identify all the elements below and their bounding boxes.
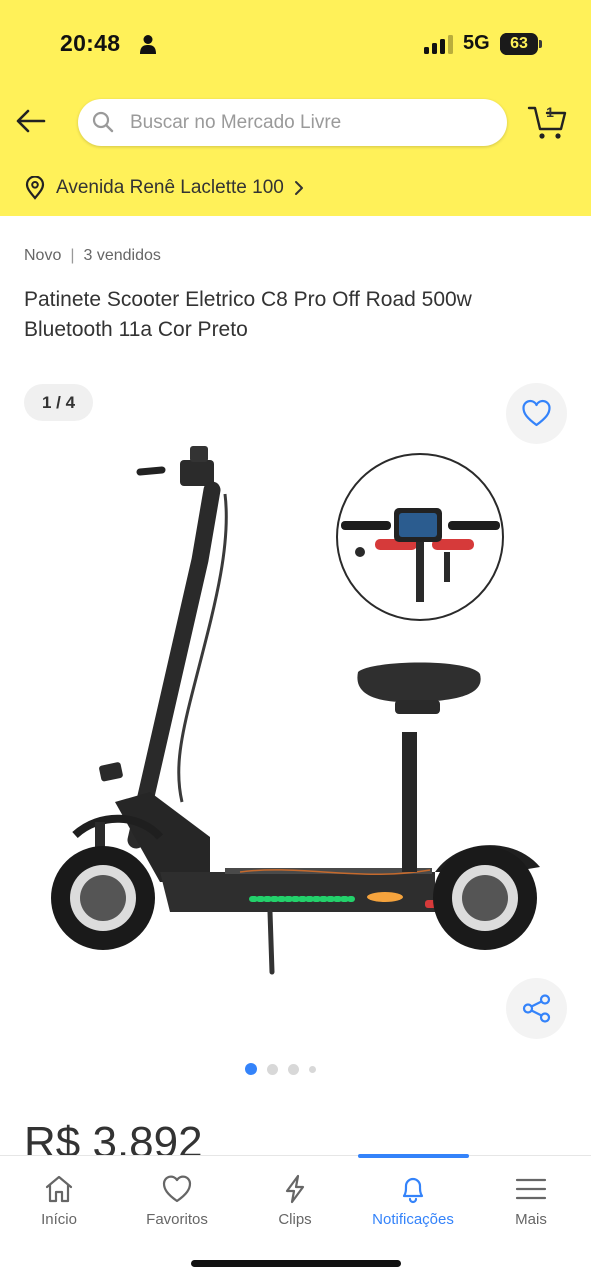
tab-notificacoes[interactable]: Notificações: [354, 1156, 472, 1246]
search-icon: [92, 111, 114, 133]
favorite-button[interactable]: [506, 383, 567, 444]
tab-inicio[interactable]: Início: [0, 1156, 118, 1246]
battery-indicator: 63: [500, 33, 538, 55]
network-label: 5G: [463, 32, 490, 54]
signal-icon: [424, 35, 453, 54]
tab-label: Mais: [515, 1211, 547, 1228]
location-pin-icon: [25, 176, 45, 200]
heart-icon: [162, 1175, 192, 1203]
status-bar: 20:48 5G 63: [0, 0, 591, 88]
product-gallery[interactable]: 1 / 4: [0, 370, 591, 1060]
cart-count-badge: 1: [546, 104, 554, 120]
tab-label: Clips: [278, 1211, 312, 1228]
condition-label: Novo: [24, 247, 62, 264]
delivery-address[interactable]: Avenida Renê Laclette 100: [24, 175, 305, 201]
person-icon: [140, 35, 156, 54]
tab-favoritos[interactable]: Favoritos: [118, 1156, 236, 1246]
pagination-dot-3[interactable]: [288, 1063, 299, 1075]
pagination-dot-2[interactable]: [267, 1063, 278, 1075]
chevron-right-icon: [294, 181, 303, 195]
battery-cap: [539, 40, 542, 48]
meta-separator: |: [70, 247, 75, 264]
home-indicator: [191, 1260, 401, 1267]
handlebar-closeup: [336, 453, 504, 621]
back-arrow-icon[interactable]: [14, 104, 48, 138]
product-title: Patinete Scooter Eletrico C8 Pro Off Roa…: [24, 288, 472, 341]
sold-count: 3 vendidos: [83, 247, 161, 264]
status-time: 20:48: [60, 30, 121, 56]
product-meta: Novo | 3 vendidos: [24, 247, 161, 265]
pagination-dot-1[interactable]: [245, 1063, 257, 1075]
address-label: Avenida Renê Laclette 100: [56, 177, 284, 198]
image-counter: 1 / 4: [24, 384, 93, 421]
bell-icon: [402, 1177, 424, 1204]
search-bar[interactable]: [78, 99, 507, 146]
share-icon: [522, 994, 551, 1023]
heart-icon: [522, 399, 551, 427]
pagination-dot-4[interactable]: [309, 1065, 316, 1073]
search-input[interactable]: [130, 99, 490, 146]
tab-label: Início: [41, 1211, 77, 1228]
tab-clips[interactable]: Clips: [236, 1156, 354, 1246]
tab-label: Favoritos: [146, 1211, 208, 1228]
product-image[interactable]: [40, 442, 550, 982]
share-button[interactable]: [506, 978, 567, 1039]
lightning-icon: [285, 1174, 305, 1204]
app-header: 20:48 5G 63 1: [0, 0, 591, 216]
tab-mais[interactable]: Mais: [472, 1156, 590, 1246]
home-icon: [45, 1175, 73, 1203]
gallery-pagination: [245, 1063, 326, 1075]
tab-label: Notificações: [372, 1211, 454, 1228]
menu-icon: [515, 1178, 547, 1200]
battery-percent: 63: [510, 35, 528, 52]
